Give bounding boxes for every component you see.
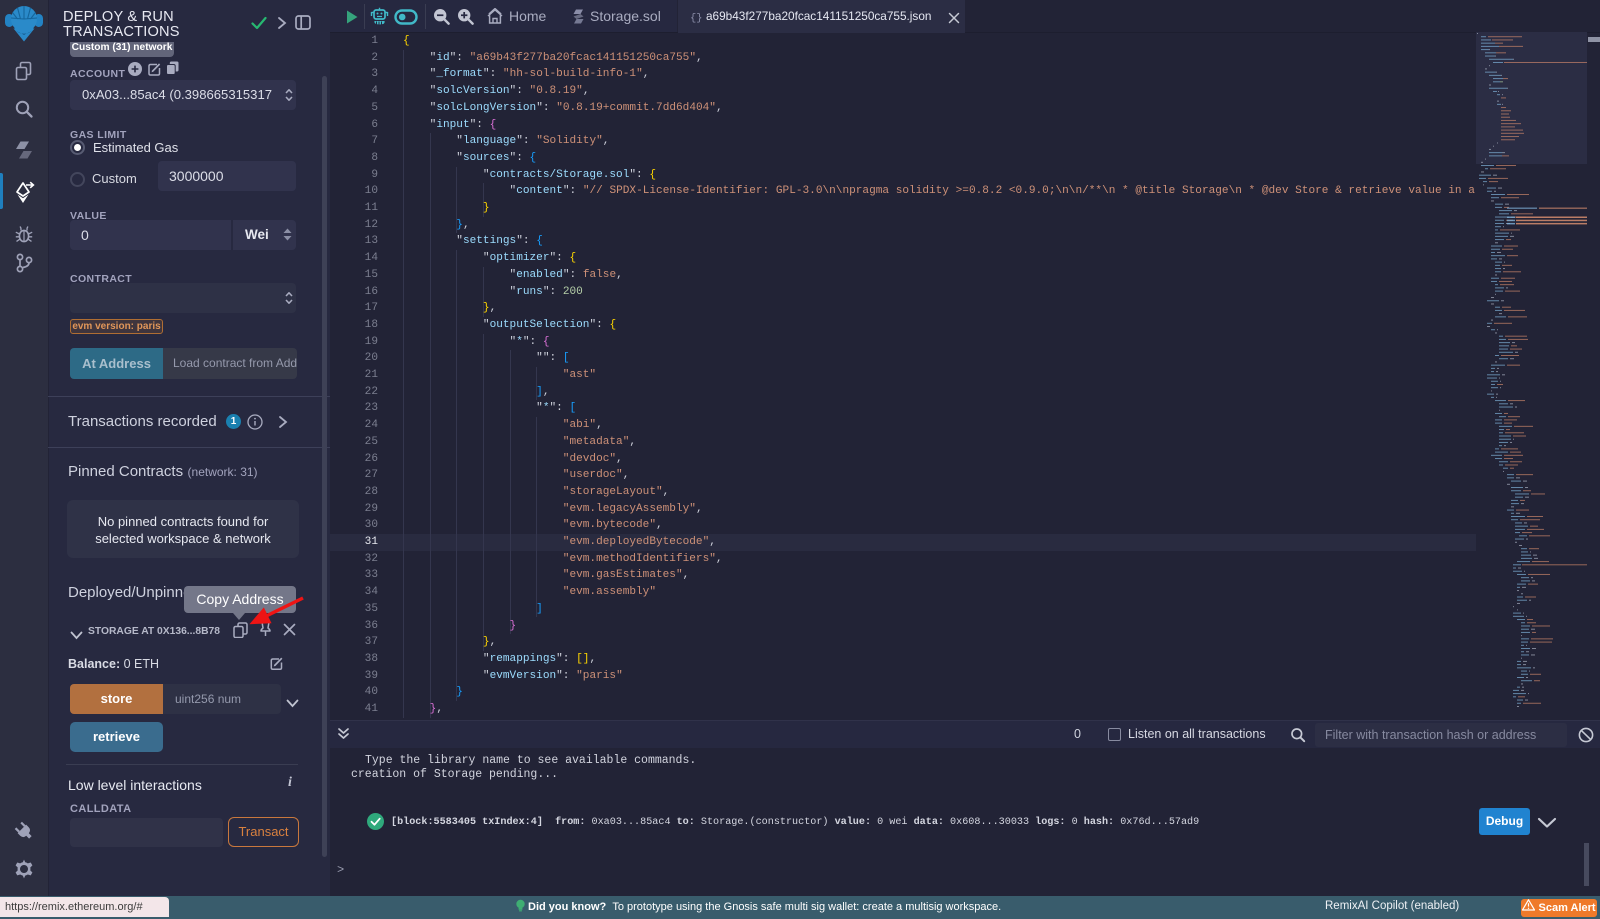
svg-text:{}: {} — [690, 13, 703, 24]
